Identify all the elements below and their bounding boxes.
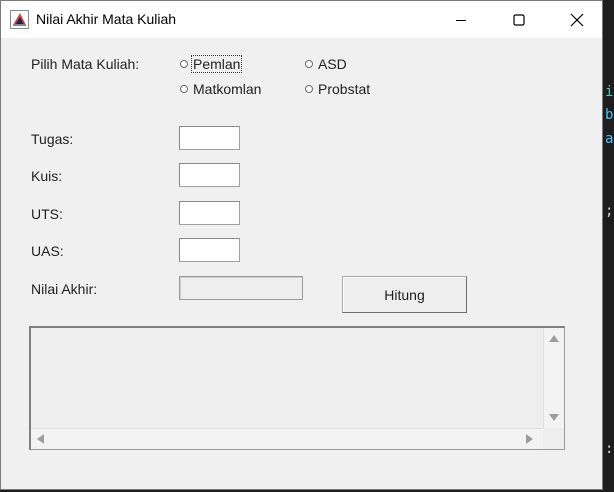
java-app-icon	[10, 10, 29, 29]
nilai-akhir-field	[179, 276, 303, 300]
radio-indicator[interactable]	[305, 60, 313, 68]
editor-glyph: i	[605, 84, 614, 100]
editor-glyph: a	[605, 131, 614, 147]
tugas-label: Tugas:	[31, 131, 74, 147]
app-window: Nilai Akhir Mata Kuliah Pilih Mata Kulia…	[0, 0, 603, 490]
output-text[interactable]	[31, 328, 543, 428]
background-editor-strip: i b a ; :	[603, 0, 614, 492]
kuis-label: Kuis:	[31, 168, 63, 184]
nilai-akhir-label: Nilai Akhir:	[31, 281, 98, 297]
radio-probstat[interactable]: Probstat	[305, 81, 371, 97]
maximize-icon	[513, 13, 525, 26]
title-bar[interactable]: Nilai Akhir Mata Kuliah	[1, 1, 602, 38]
tugas-input[interactable]	[179, 126, 240, 150]
uts-input[interactable]	[179, 201, 240, 225]
uas-label: UAS:	[31, 243, 64, 259]
radio-label: ASD	[318, 56, 347, 72]
editor-glyph: ;	[605, 203, 614, 219]
scrollbar-corner	[544, 429, 564, 449]
radio-indicator[interactable]	[180, 85, 188, 93]
close-icon	[570, 13, 584, 26]
window-title: Nilai Akhir Mata Kuliah	[36, 11, 177, 27]
radio-matkomlan[interactable]: Matkomlan	[180, 81, 262, 97]
scroll-left-icon[interactable]	[37, 434, 44, 444]
editor-glyph: b	[605, 107, 614, 123]
minimize-icon	[456, 19, 466, 21]
radio-label: Pemlan	[190, 55, 243, 73]
scroll-down-icon[interactable]	[549, 414, 559, 421]
uts-label: UTS:	[31, 206, 63, 222]
radio-indicator[interactable]	[305, 85, 313, 93]
form-panel: Pilih Mata Kuliah: Pemlan ASD Matkomlan …	[1, 38, 602, 489]
horizontal-scrollbar[interactable]	[31, 428, 543, 449]
output-textarea[interactable]	[29, 326, 565, 450]
scroll-right-icon[interactable]	[526, 434, 533, 444]
minimize-button[interactable]	[432, 1, 490, 38]
radio-asd[interactable]: ASD	[305, 56, 348, 72]
maximize-button[interactable]	[490, 1, 548, 38]
kuis-input[interactable]	[179, 163, 240, 187]
radio-label: Matkomlan	[193, 81, 262, 97]
radio-indicator[interactable]	[180, 60, 188, 68]
scroll-up-icon[interactable]	[549, 335, 559, 342]
radio-pemlan[interactable]: Pemlan	[180, 55, 243, 73]
vertical-scrollbar[interactable]	[543, 328, 564, 428]
radio-label: Probstat	[318, 81, 371, 97]
editor-glyph: :	[605, 441, 614, 457]
uas-input[interactable]	[179, 238, 240, 262]
close-button[interactable]	[548, 1, 606, 38]
course-label: Pilih Mata Kuliah:	[31, 56, 140, 72]
hitung-button[interactable]: Hitung	[342, 276, 467, 313]
